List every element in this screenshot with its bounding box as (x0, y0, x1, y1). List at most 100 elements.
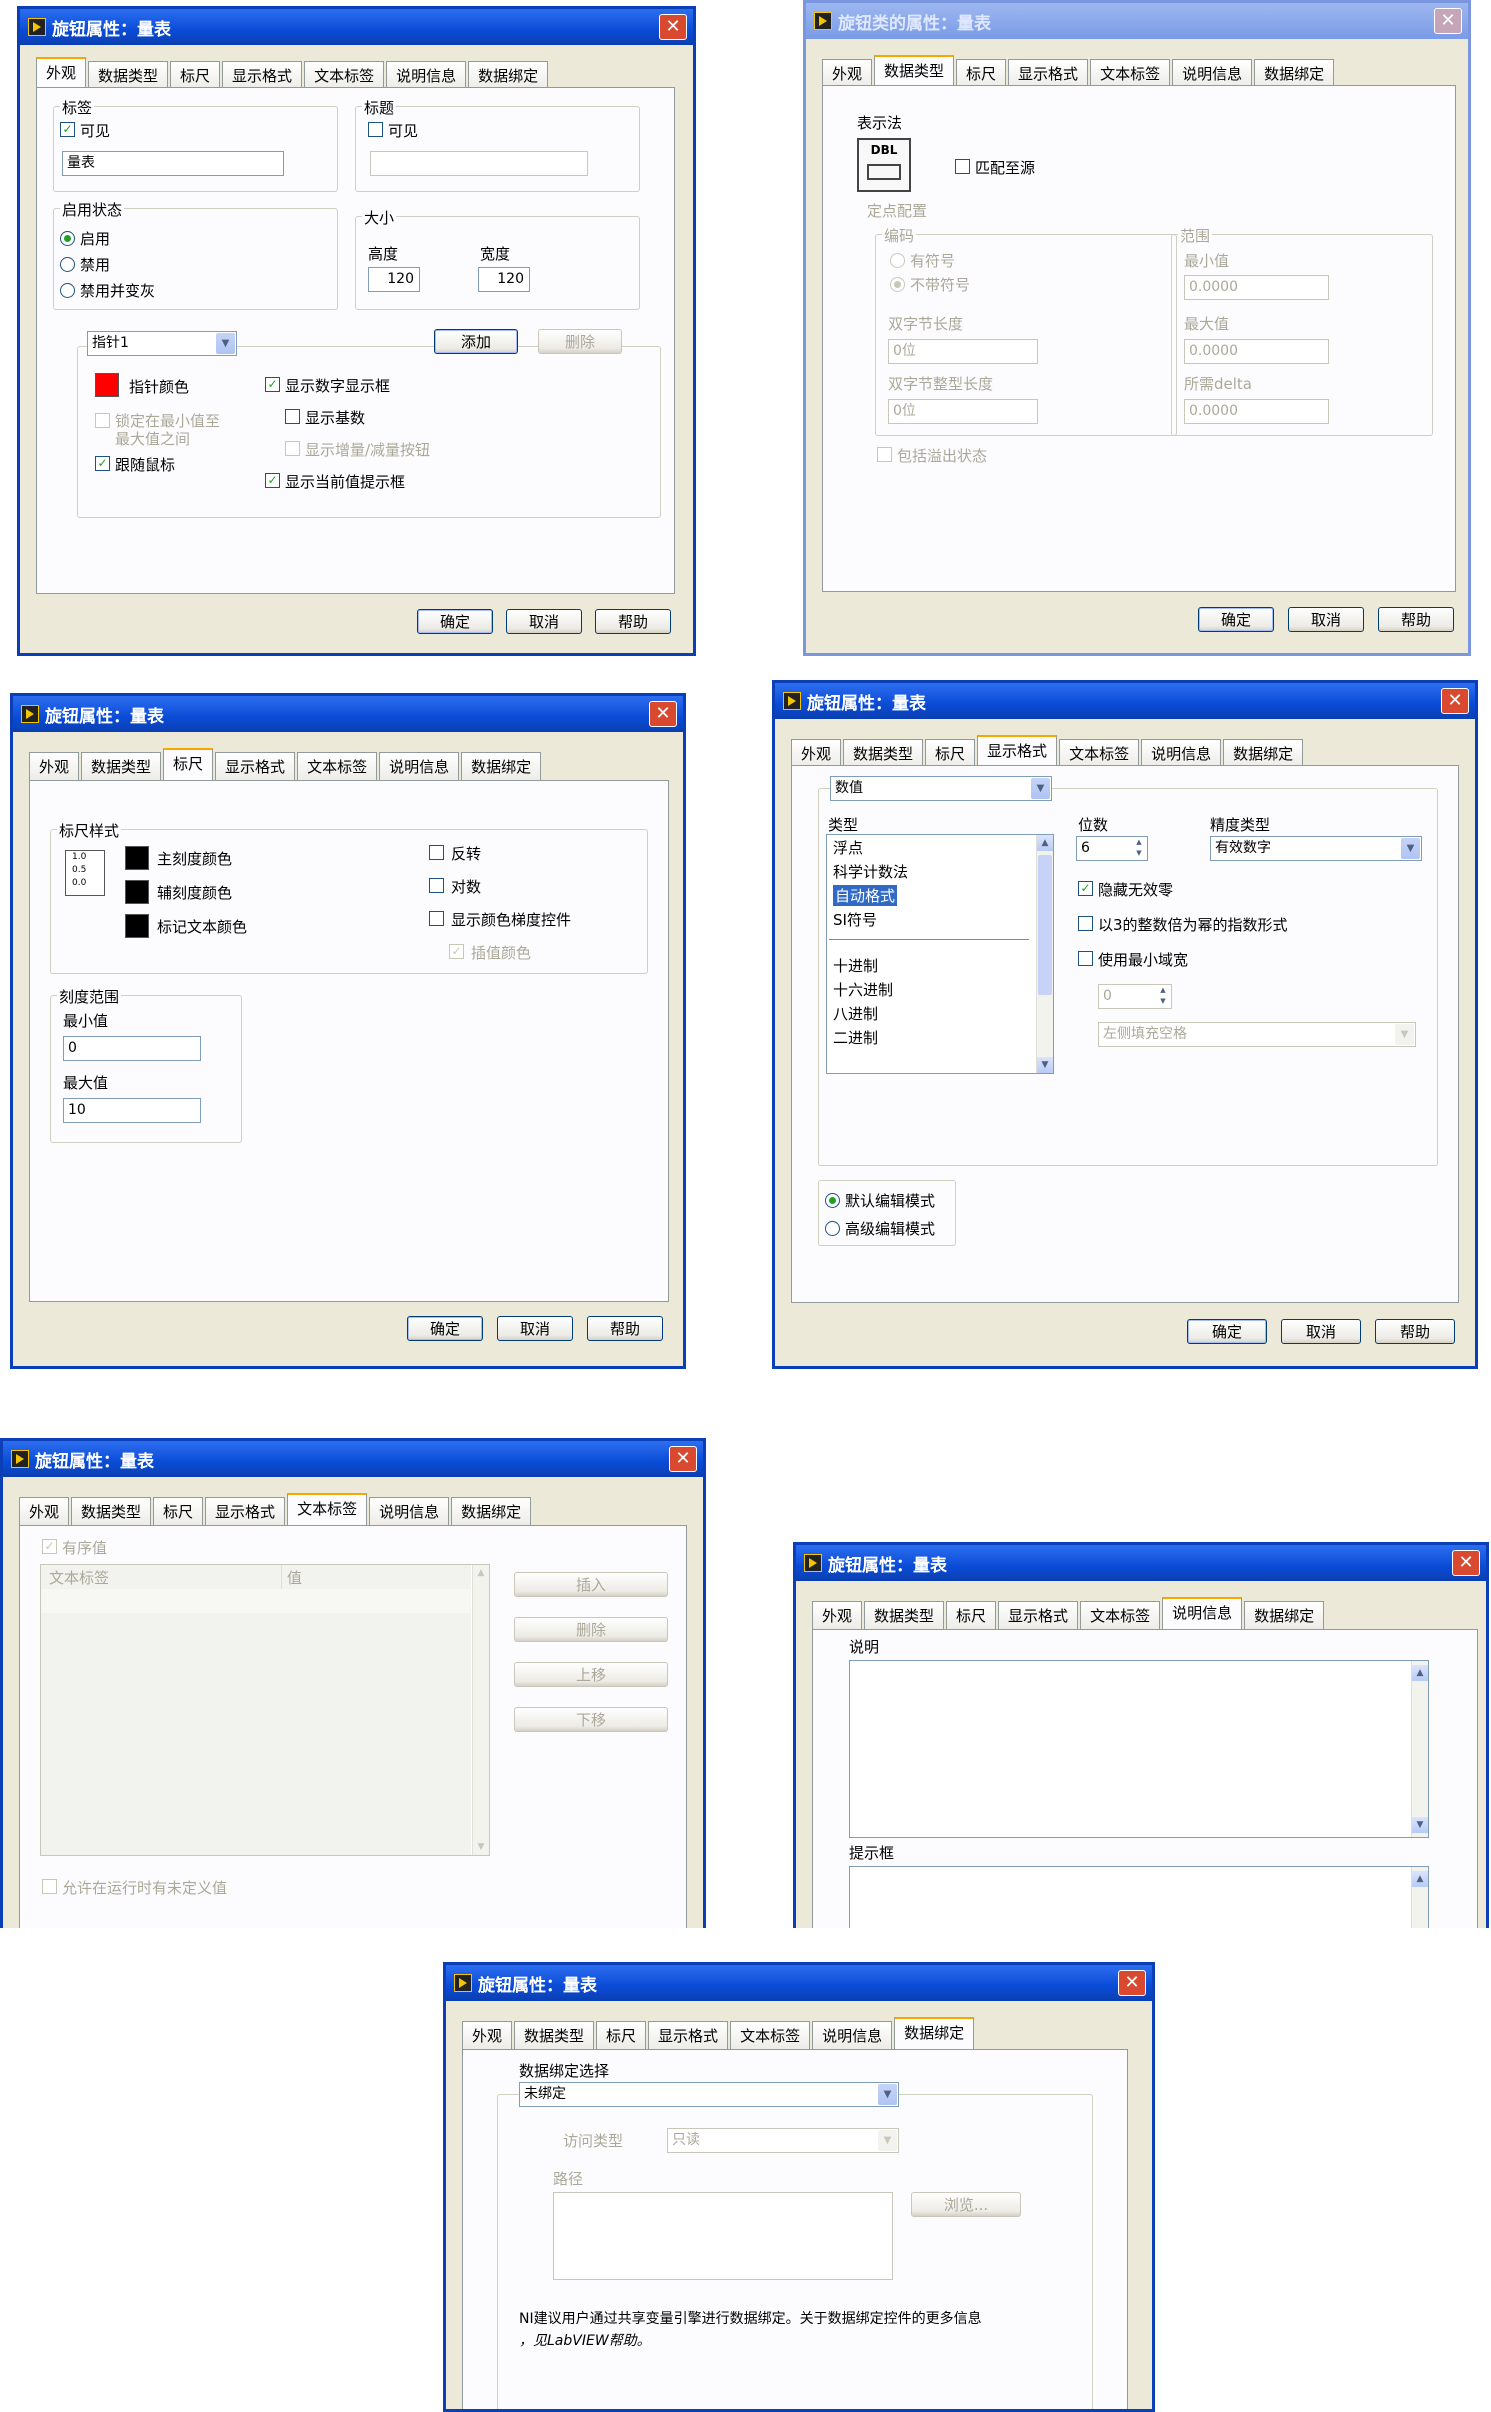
tip-strip-scrollbar[interactable]: ▲ (1411, 1867, 1428, 1928)
move-up-button[interactable]: 上移 (514, 1662, 668, 1687)
marker-text-color-swatch[interactable] (125, 914, 149, 938)
tab-text-labels[interactable]: 文本标签 (730, 2021, 811, 2050)
delete-needle-button[interactable]: 删除 (538, 329, 622, 354)
min-field[interactable]: 0.0000 (1184, 275, 1329, 300)
scroll-up-icon[interactable]: ▲ (1037, 835, 1053, 851)
close-icon[interactable]: ✕ (669, 1446, 697, 1472)
hide-trailing-zeros-checkbox[interactable]: ✓ (1078, 881, 1093, 896)
tab-scale[interactable]: 标尺 (153, 1497, 204, 1526)
cancel-button[interactable]: 取消 (1288, 607, 1364, 632)
max-field[interactable]: 0.0000 (1184, 339, 1329, 364)
tab-data-binding[interactable]: 数据绑定 (468, 61, 549, 90)
tab-scale[interactable]: 标尺 (163, 748, 214, 782)
tab-display-format[interactable]: 显示格式 (998, 1601, 1079, 1630)
description-scrollbar[interactable]: ▲ ▼ (1411, 1661, 1428, 1837)
tab-text-labels[interactable]: 文本标签 (1059, 739, 1140, 768)
chevron-down-icon[interactable]: ▼ (1395, 1024, 1414, 1045)
tab-documentation[interactable]: 说明信息 (1141, 739, 1222, 768)
tab-data-type[interactable]: 数据类型 (864, 1601, 945, 1630)
chevron-down-icon[interactable]: ▼ (216, 333, 235, 354)
insert-button[interactable]: 插入 (514, 1572, 668, 1597)
scale-style-icon[interactable]: 1.0 0.5 0.0 (65, 850, 105, 896)
scroll-thumb[interactable] (1038, 855, 1052, 995)
tab-documentation[interactable]: 说明信息 (1172, 59, 1253, 88)
tab-scale[interactable]: 标尺 (956, 59, 1007, 88)
tab-display-format[interactable]: 显示格式 (977, 735, 1058, 769)
allow-undefined-checkbox[interactable] (42, 1879, 57, 1894)
label-text-field[interactable]: 量表 (62, 151, 284, 176)
tab-appearance[interactable]: 外观 (791, 739, 842, 768)
list-item[interactable]: SI符号 (833, 909, 877, 930)
tab-scale[interactable]: 标尺 (925, 739, 976, 768)
chevron-down-icon[interactable]: ▼ (1031, 778, 1050, 799)
list-item[interactable]: 科学计数法 (833, 861, 908, 882)
tab-documentation[interactable]: 说明信息 (812, 2021, 893, 2050)
adapt-to-source-checkbox[interactable] (955, 159, 970, 174)
tab-scale[interactable]: 标尺 (170, 61, 221, 90)
close-icon[interactable]: ✕ (649, 701, 677, 727)
tip-strip-textarea[interactable]: ▲ (849, 1866, 1429, 1928)
tab-data-binding[interactable]: 数据绑定 (1244, 1601, 1325, 1630)
include-overflow-checkbox[interactable] (877, 447, 892, 462)
ok-button[interactable]: 确定 (1187, 1319, 1267, 1344)
scroll-down-icon[interactable]: ▼ (1037, 1057, 1053, 1073)
spin-arrows-icon[interactable]: ▲ ▼ (1132, 837, 1146, 860)
min-field[interactable]: 0 (63, 1036, 201, 1061)
list-scrollbar[interactable]: ▲ ▼ (1036, 835, 1053, 1073)
dbl-representation-icon[interactable]: DBL (857, 138, 911, 192)
tab-appearance[interactable]: 外观 (462, 2021, 513, 2050)
precision-type-select[interactable]: 有效数字 ▼ (1210, 836, 1422, 861)
help-button[interactable]: 帮助 (587, 1316, 663, 1341)
tab-appearance[interactable]: 外观 (29, 752, 80, 781)
show-tip-checkbox[interactable]: ✓ (265, 473, 280, 488)
ordered-values-checkbox[interactable]: ✓ (42, 1539, 57, 1554)
format-type-list[interactable]: 浮点 科学计数法 自动格式 SI符号 十进制 十六进制 八进制 二进制 ▲ ▼ (826, 834, 1054, 1074)
title-bar[interactable]: 旋钮属性：量表 ✕ (796, 1545, 1486, 1581)
tab-data-binding[interactable]: 数据绑定 (1223, 739, 1304, 768)
help-button[interactable]: 帮助 (1378, 607, 1454, 632)
close-icon[interactable]: ✕ (1118, 1970, 1146, 1996)
label-visible-checkbox[interactable]: ✓ (60, 122, 75, 137)
log-checkbox[interactable] (429, 878, 444, 893)
caption-visible-checkbox[interactable] (368, 122, 383, 137)
digits-field[interactable]: 6 ▲ ▼ (1076, 836, 1148, 861)
chevron-down-icon[interactable]: ▼ (878, 2084, 897, 2105)
table-row[interactable] (41, 1589, 471, 1614)
disabled-radio[interactable] (60, 257, 75, 272)
chevron-down-icon[interactable]: ▼ (1401, 838, 1420, 859)
tab-data-type[interactable]: 数据类型 (514, 2021, 595, 2050)
minor-tick-color-swatch[interactable] (125, 880, 149, 904)
height-field[interactable]: 120 (368, 267, 420, 292)
close-icon[interactable]: ✕ (1434, 8, 1462, 34)
tab-text-labels[interactable]: 文本标签 (1090, 59, 1171, 88)
min-field-width-checkbox[interactable] (1078, 951, 1093, 966)
invert-checkbox[interactable] (429, 845, 444, 860)
cancel-button[interactable]: 取消 (1281, 1319, 1361, 1344)
tab-documentation[interactable]: 说明信息 (369, 1497, 450, 1526)
close-icon[interactable]: ✕ (1441, 688, 1469, 714)
table-scrollbar[interactable]: ▲ ▼ (472, 1565, 489, 1855)
close-icon[interactable]: ✕ (1452, 1550, 1480, 1576)
tab-data-type[interactable]: 数据类型 (71, 1497, 152, 1526)
binding-select[interactable]: 未绑定 ▼ (519, 2082, 899, 2107)
width-field[interactable]: 120 (478, 267, 530, 292)
browse-button[interactable]: 浏览... (911, 2192, 1021, 2217)
delete-button[interactable]: 删除 (514, 1617, 668, 1642)
spin-arrows-icon[interactable]: ▲ ▼ (1156, 985, 1170, 1008)
chevron-down-icon[interactable]: ▼ (878, 2130, 897, 2151)
show-radix-checkbox[interactable] (285, 409, 300, 424)
delta-field[interactable]: 0.0000 (1184, 399, 1329, 424)
scroll-down-icon[interactable]: ▼ (1412, 1817, 1428, 1833)
tab-appearance[interactable]: 外观 (36, 57, 87, 91)
major-tick-color-swatch[interactable] (125, 846, 149, 870)
close-icon[interactable]: ✕ (659, 14, 687, 40)
tab-documentation[interactable]: 说明信息 (379, 752, 460, 781)
tab-text-labels[interactable]: 文本标签 (304, 61, 385, 90)
scroll-up-icon[interactable]: ▲ (1412, 1665, 1428, 1681)
title-bar[interactable]: 旋钮属性：量表 ✕ (446, 1965, 1152, 2001)
tab-data-binding[interactable]: 数据绑定 (451, 1497, 532, 1526)
path-textarea[interactable] (553, 2192, 893, 2280)
interpolate-color-checkbox[interactable]: ✓ (449, 944, 464, 959)
scroll-up-icon[interactable]: ▲ (473, 1565, 489, 1581)
tab-appearance[interactable]: 外观 (812, 1601, 863, 1630)
